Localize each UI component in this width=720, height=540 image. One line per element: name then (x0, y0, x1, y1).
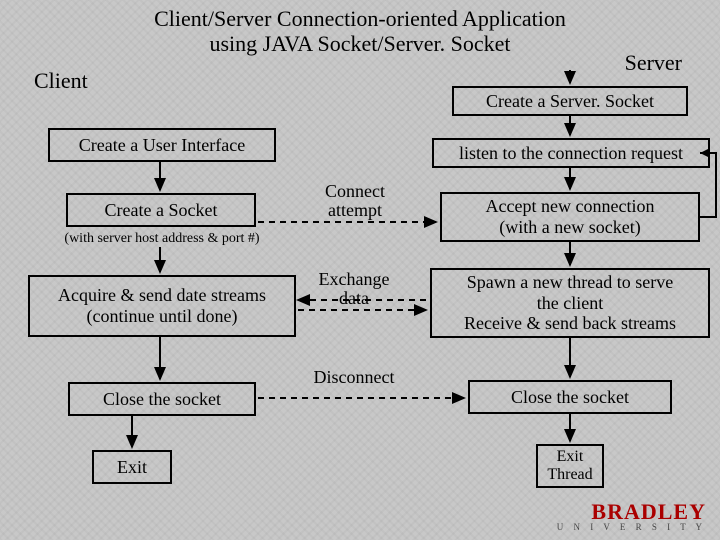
arrows-layer (0, 0, 720, 540)
